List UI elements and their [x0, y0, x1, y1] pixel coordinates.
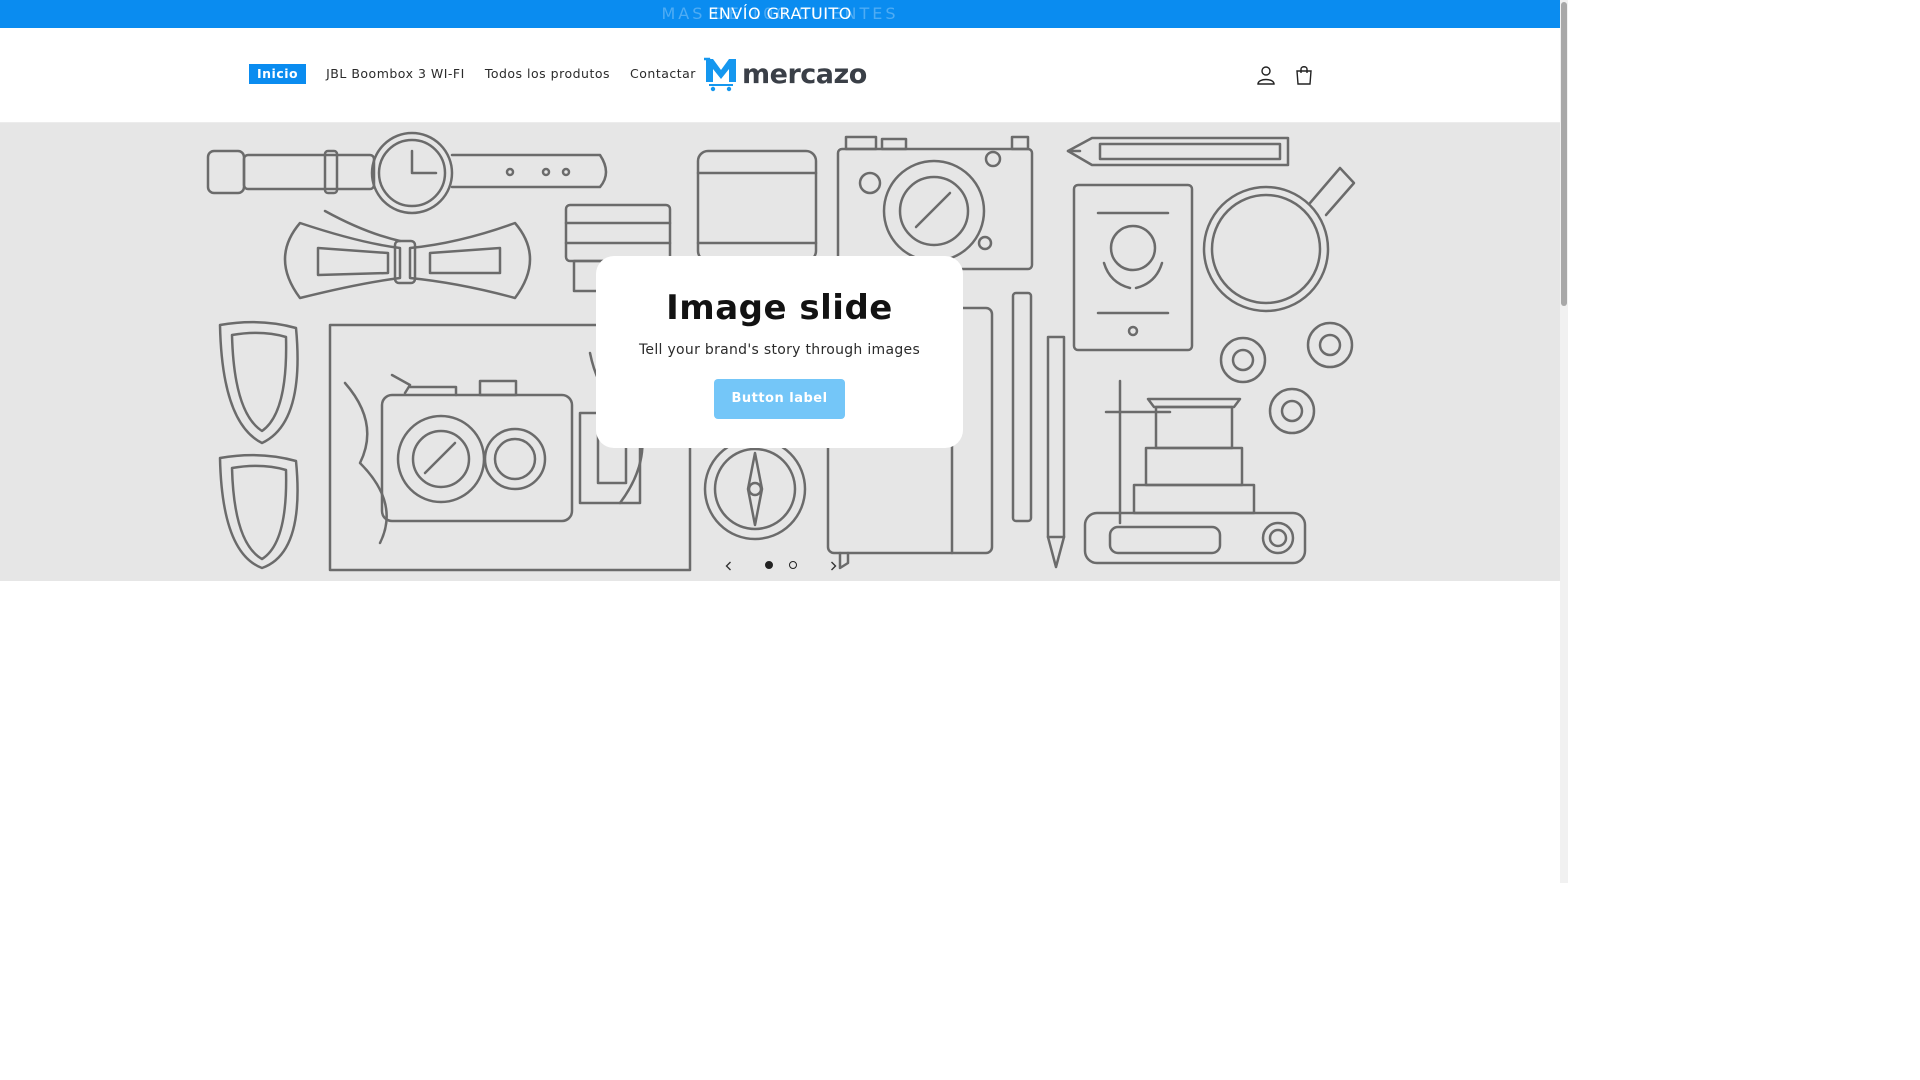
logo-mark-icon [704, 57, 736, 92]
cart-icon[interactable] [1293, 64, 1315, 86]
store-logo[interactable]: mercazo [704, 56, 867, 92]
logo-text: mercazo [742, 58, 867, 90]
announcement-bar: MAS DE 100 CLIENTES ENVÍO GRATUITO [0, 0, 1560, 28]
slide-subtitle: Tell your brand's story through images [638, 342, 921, 358]
previous-slide-button[interactable] [722, 558, 736, 572]
slide-dot-1[interactable] [765, 561, 773, 569]
page-scrollbar[interactable] [1560, 0, 1568, 883]
nav-item-todos-productos[interactable]: Todos los produtos [485, 64, 610, 84]
slideshow-controls [722, 555, 840, 575]
scrollbar-thumb[interactable] [1561, 2, 1567, 306]
nav-item-inicio[interactable]: Inicio [249, 64, 307, 84]
account-icon[interactable] [1255, 64, 1277, 86]
next-slide-button[interactable] [826, 558, 840, 572]
chevron-left-icon [725, 561, 731, 571]
main-nav: Inicio JBL Boombox 3 WI-FI Todos los pro… [249, 64, 696, 84]
slide-dots [765, 561, 797, 569]
slide-cta-button[interactable]: Button label [714, 379, 845, 419]
hero-slideshow: Image slide Tell your brand's story thro… [0, 123, 1560, 581]
slide-content-card: Image slide Tell your brand's story thro… [596, 256, 963, 448]
site-header: Inicio JBL Boombox 3 WI-FI Todos los pro… [0, 28, 1560, 123]
nav-item-jbl-boombox[interactable]: JBL Boombox 3 WI-FI [326, 64, 465, 84]
chevron-right-icon [831, 561, 837, 571]
announcement-text: ENVÍO GRATUITO [708, 4, 852, 23]
nav-item-contactar[interactable]: Contactar [630, 64, 696, 84]
slide-dot-2[interactable] [789, 561, 797, 569]
slide-title: Image slide [666, 288, 893, 328]
header-icons [1255, 64, 1315, 86]
